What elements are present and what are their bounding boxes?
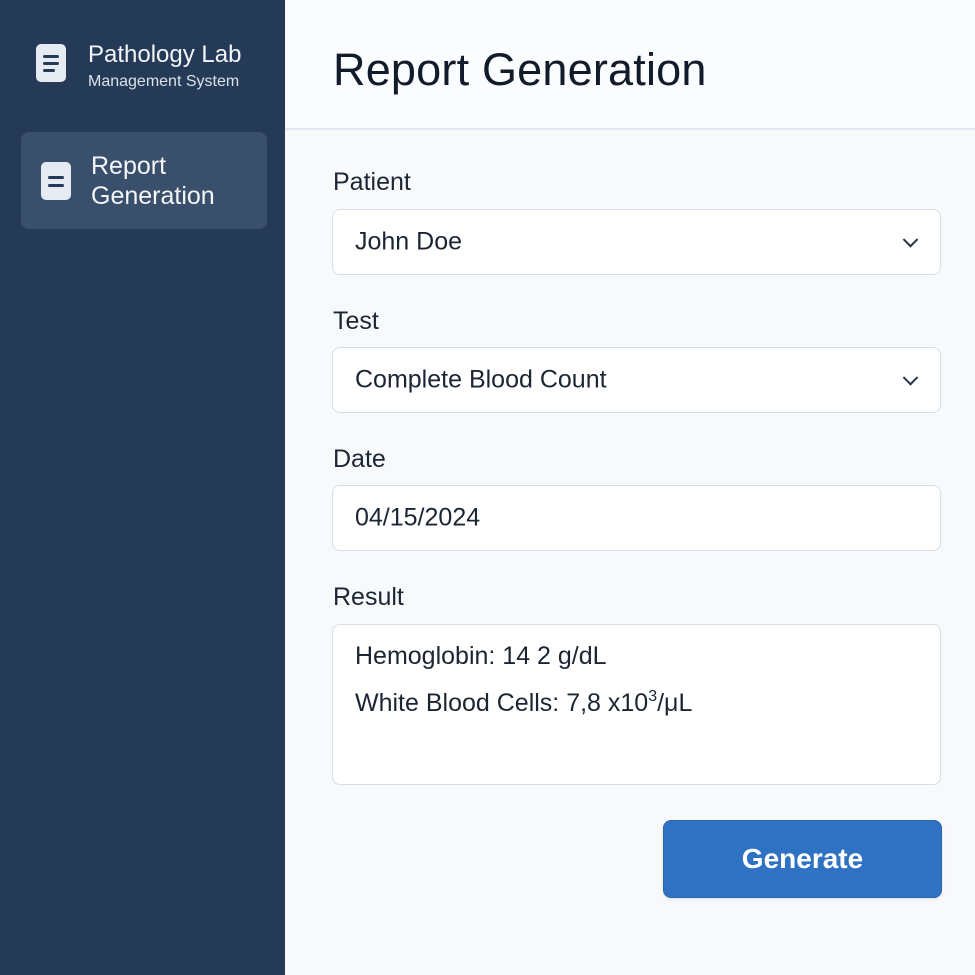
result-line-wbc-text: White Blood Cells: 7,8 x10 [355, 689, 649, 717]
test-select[interactable]: Complete Blood Count [332, 347, 941, 413]
test-select-value: Complete Blood Count [355, 365, 607, 394]
patient-select[interactable]: John Doe [332, 209, 941, 275]
brand-text: Pathology Lab Management System [88, 40, 241, 92]
brand-title: Pathology Lab [88, 41, 242, 68]
sidebar-item-label: Report Generation [91, 151, 215, 210]
main-content: Report Generation Patient John Doe Test … [285, 0, 975, 975]
test-label: Test [333, 307, 379, 335]
date-input-value: 04/15/2024 [355, 503, 481, 532]
patient-label: Patient [333, 168, 411, 196]
document-icon [36, 44, 66, 82]
brand: Pathology Lab Management System [36, 40, 241, 92]
chevron-down-icon [902, 232, 919, 248]
result-line-wbc-unit: /μL [657, 689, 693, 717]
result-line-wbc-exponent: 3 [648, 688, 658, 705]
date-input[interactable]: 04/15/2024 [332, 485, 941, 551]
page-title: Report Generation [333, 44, 707, 95]
document-icon [41, 161, 71, 200]
generate-button[interactable]: Generate [663, 820, 942, 898]
sidebar: Pathology Lab Management System Report G… [0, 0, 285, 975]
date-label: Date [333, 445, 386, 473]
app-window: Pathology Lab Management System Report G… [0, 0, 975, 975]
result-label: Result [333, 583, 404, 611]
chevron-down-icon [902, 370, 919, 386]
patient-select-value: John Doe [355, 227, 463, 256]
brand-subtitle: Management System [88, 73, 240, 90]
result-line-hemoglobin: Hemoglobin: 14 2 g/dL [355, 642, 607, 670]
result-textarea[interactable]: Hemoglobin: 14 2 g/dL White Blood Cells:… [332, 624, 941, 785]
sidebar-item-report-generation[interactable]: Report Generation [21, 132, 267, 229]
page-header: Report Generation [285, 0, 975, 130]
result-line-wbc: White Blood Cells: 7,8 x103/μL [355, 688, 692, 718]
